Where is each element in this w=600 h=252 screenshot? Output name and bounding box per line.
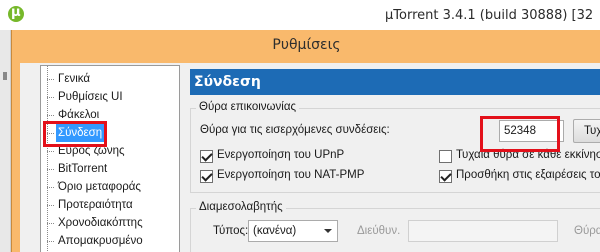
random-port-button[interactable]: Τυχαία: [573, 119, 600, 143]
app-title: µTorrent 3.4.1 (build 30888) [32: [385, 8, 594, 23]
app-titlebar: µTorrent 3.4.1 (build 30888) [32: [0, 0, 600, 30]
firewall-exception-checkbox[interactable]: [439, 170, 452, 183]
main-window-edge: [0, 30, 11, 252]
proxy-type-label: Τύπος:: [213, 225, 249, 237]
upnp-label: Ενεργοποίηση του UPnP: [217, 149, 345, 161]
tree-selection-highlight: [43, 121, 107, 147]
tree-item-label: Χρονοδιακόπτης: [58, 217, 143, 229]
random-each-start-checkbox[interactable]: [439, 150, 452, 163]
firewall-exception-label: Προσθήκη στις εξαιρέσεις του: [456, 169, 600, 181]
tree-item-label: Ρυθμίσεις UI: [58, 91, 123, 103]
dialog-title: Ρυθμίσεις: [272, 37, 341, 53]
proxy-address-label: Διεύθυν.: [357, 225, 401, 237]
proxy-address-input[interactable]: [408, 220, 558, 242]
upnp-checkbox[interactable]: [200, 150, 213, 163]
proxy-type-select[interactable]: (κανένα): [248, 220, 338, 242]
tree-connector-line: [47, 66, 48, 252]
port-input-highlight: [480, 116, 560, 152]
chevron-down-icon: [324, 229, 332, 233]
proxy-port-label: Θύρα:: [574, 225, 600, 237]
splitter-handle: [3, 72, 7, 80]
tree-item-label: Γενικά: [58, 73, 91, 85]
dialog-body: Γενικά Ρυθμίσεις UI Φάκελοι Σύνδεση Εύρο…: [20, 63, 600, 252]
incoming-port-label: Θύρα για τις εισερχόμενες συνδέσεις:: [200, 124, 390, 136]
section-header: Σύνδεση: [190, 69, 600, 95]
settings-tree: Γενικά Ρυθμίσεις UI Φάκελοι Σύνδεση Εύρο…: [40, 65, 180, 252]
listening-port-legend: Θύρα επικοινωνίας: [196, 101, 300, 113]
proxy-legend: Διαμεσολαβητής: [196, 201, 286, 213]
tree-item-label: Όριο μεταφοράς: [58, 181, 141, 193]
natpmp-checkbox[interactable]: [200, 170, 213, 183]
utorrent-logo-icon: [8, 5, 24, 22]
proxy-type-value: (κανένα): [253, 225, 297, 237]
natpmp-label: Ενεργοποίηση του NAT-PMP: [217, 169, 365, 181]
tree-item-label: Απομακρυσμένο: [58, 235, 143, 247]
tree-item-label: BitTorrent: [58, 163, 108, 175]
tree-item-label: Προτεραιότητα: [58, 199, 133, 211]
